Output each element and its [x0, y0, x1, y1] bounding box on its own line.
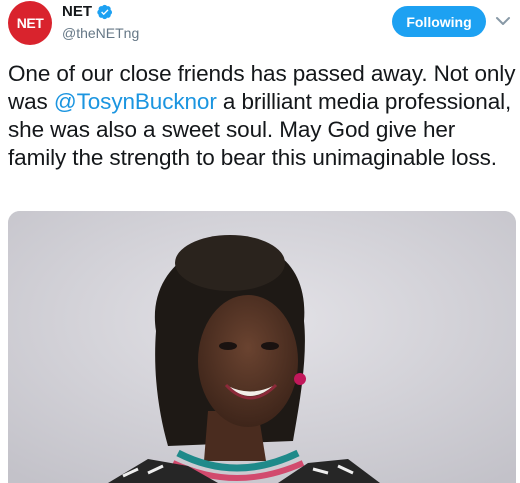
avatar[interactable]: NET	[8, 1, 52, 45]
following-button[interactable]: Following	[392, 6, 486, 37]
tweet-text: One of our close friends has passed away…	[8, 60, 518, 172]
portrait-photo	[8, 211, 516, 483]
avatar-logo-text: NET	[16, 15, 44, 31]
tweet-card: NET NET @theNETng Following One of our c…	[0, 0, 520, 483]
author-name-row: NET	[62, 3, 113, 20]
verified-badge-icon	[97, 4, 112, 19]
mention-link[interactable]: @TosynBucknor	[54, 89, 217, 114]
tweet-photo[interactable]	[8, 211, 516, 483]
chevron-down-icon[interactable]	[495, 14, 511, 28]
display-name[interactable]: NET	[62, 3, 92, 20]
handle[interactable]: @theNETng	[62, 25, 139, 41]
